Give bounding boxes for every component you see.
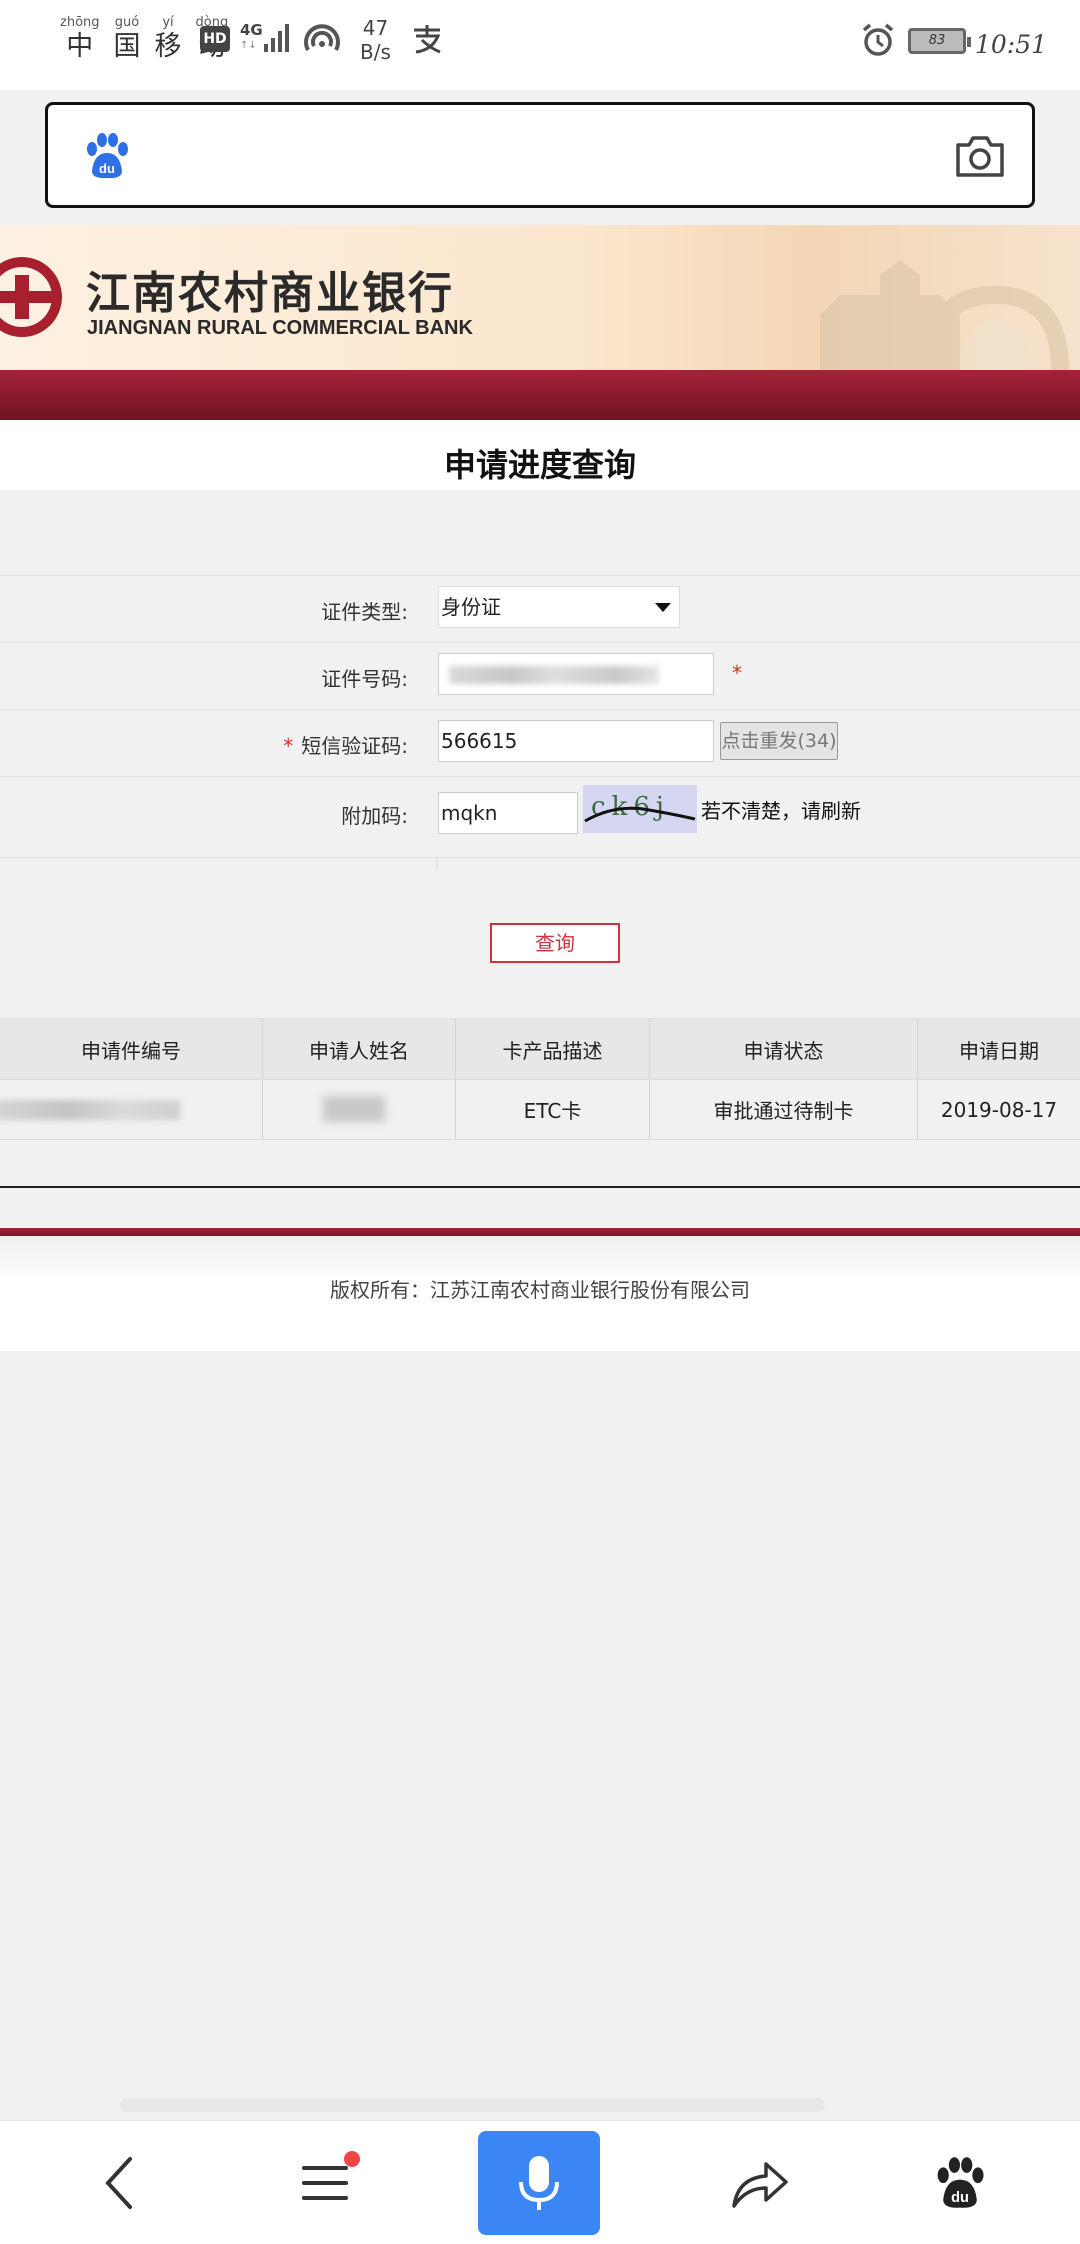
- redacted-applicant-name: [323, 1096, 385, 1122]
- table-row: ETC卡 审批通过待制卡 2019-08-17: [0, 1080, 1080, 1140]
- carrier-pinyin: guó: [114, 15, 140, 30]
- carrier-char: 移: [154, 31, 182, 62]
- hamburger-menu-icon: [302, 2166, 348, 2200]
- bank-logo-icon: [0, 257, 62, 337]
- alarm-icon: [862, 23, 894, 56]
- carrier-pinyin: yí: [162, 15, 174, 30]
- voice-search-button[interactable]: [478, 2131, 600, 2235]
- redacted-id-number: [449, 666, 659, 684]
- baidu-search-bar[interactable]: du: [45, 102, 1035, 208]
- menu-button[interactable]: [270, 2131, 380, 2235]
- svg-text:du: du: [99, 161, 115, 176]
- cell-date: 2019-08-17: [940, 1097, 1058, 1122]
- extra-code-input[interactable]: mqkn: [438, 792, 578, 834]
- header-applicant-name: 申请人姓名: [263, 1019, 456, 1079]
- id-number-input[interactable]: [438, 653, 714, 695]
- query-form: 证件类型: 身份证 证件号码: * * 短信验证码: 566615 点击重发(34…: [0, 575, 1080, 858]
- cell-status: 审批通过待制卡: [650, 1080, 918, 1139]
- network-speed: 47 B/s: [360, 16, 391, 64]
- header-date: 申请日期: [959, 1038, 1039, 1063]
- id-type-label: 证件类型:: [321, 600, 408, 624]
- extra-code-label: 附加码:: [341, 804, 408, 828]
- header-application-no: 申请件编号: [0, 1019, 263, 1079]
- cell-applicant-name: [263, 1080, 456, 1139]
- bottom-navigation: du: [0, 2120, 1080, 2244]
- form-row-extra-code: 附加码: mqkn ck6j 若不清楚，请刷新: [0, 776, 1080, 858]
- divider-line: [0, 1186, 1080, 1188]
- battery-icon: 83: [908, 28, 971, 54]
- resend-sms-button[interactable]: 点击重发(34): [720, 722, 838, 760]
- notification-dot: [344, 2151, 360, 2167]
- captcha-refresh-hint[interactable]: 若不清楚，请刷新: [701, 795, 861, 824]
- bridge-illustration: [820, 260, 1069, 370]
- dropdown-arrow-icon: [655, 603, 671, 612]
- svg-text:du: du: [951, 2190, 969, 2206]
- copyright-text: 版权所有：江苏江南农村商业银行股份有限公司: [330, 1278, 750, 1302]
- id-type-select[interactable]: 身份证: [438, 586, 680, 628]
- id-type-value: 身份证: [441, 595, 501, 619]
- camera-icon[interactable]: [954, 133, 1006, 179]
- table-header-row: 申请件编号 申请人姓名 卡产品描述 申请状态 申请日期: [0, 1018, 1080, 1080]
- captcha-image[interactable]: ck6j: [583, 785, 697, 833]
- baidu-paw-icon: du: [87, 133, 128, 179]
- bank-name-cn: 江南农村商业银行: [86, 268, 454, 319]
- carrier-pinyin: zhōng: [60, 15, 100, 30]
- bank-banner: 江南农村商业银行 JIANGNAN RURAL COMMERCIAL BANK: [0, 225, 1080, 370]
- hd-badge: HD: [200, 26, 230, 52]
- status-bar: zhōng中 guó国 yí移 dòng动 HD 4G↑↓ 47B/s 83 1…: [0, 0, 1080, 90]
- cell-card-product: ETC卡: [456, 1080, 650, 1139]
- microphone-icon: [519, 2156, 559, 2210]
- redacted-application-no: [0, 1100, 180, 1120]
- id-number-label: 证件号码:: [321, 667, 408, 691]
- hotspot-icon: [304, 24, 340, 51]
- form-row-id-type: 证件类型: 身份证: [0, 575, 1080, 642]
- baidu-paw-icon: du: [937, 2157, 984, 2208]
- carrier-char: 中: [66, 31, 94, 62]
- bank-name-en: JIANGNAN RURAL COMMERCIAL BANK: [87, 317, 473, 339]
- signal-icon: [264, 24, 289, 52]
- form-row-id-number: 证件号码: *: [0, 642, 1080, 709]
- required-mark: *: [732, 661, 742, 685]
- alipay-icon: [414, 25, 441, 54]
- header-status: 申请状态: [650, 1019, 918, 1079]
- cell-application-no: [0, 1080, 263, 1139]
- share-button[interactable]: [705, 2131, 815, 2235]
- header-card-product: 卡产品描述: [456, 1019, 650, 1079]
- sms-code-input[interactable]: 566615: [438, 720, 714, 762]
- back-button[interactable]: [70, 2131, 170, 2235]
- query-button[interactable]: 查询: [490, 923, 620, 963]
- results-table: 申请件编号 申请人姓名 卡产品描述 申请状态 申请日期 ETC卡 审批通过待制卡…: [0, 1018, 1080, 1140]
- footer-red-line: [0, 1228, 1080, 1236]
- page-title: 申请进度查询: [443, 446, 636, 484]
- clock: 10:51: [975, 30, 1048, 59]
- scrollbar[interactable]: [120, 2098, 825, 2112]
- baidu-home-button[interactable]: du: [905, 2131, 1015, 2235]
- share-arrow-icon: [732, 2162, 788, 2208]
- sms-code-label: * 短信验证码:: [283, 734, 408, 758]
- chevron-left-icon: [105, 2157, 132, 2209]
- form-row-sms-code: * 短信验证码: 566615 点击重发(34): [0, 709, 1080, 776]
- banner-red-band: [0, 370, 1080, 420]
- network-type: 4G ↑↓: [240, 21, 263, 51]
- carrier-char: 国: [113, 31, 141, 62]
